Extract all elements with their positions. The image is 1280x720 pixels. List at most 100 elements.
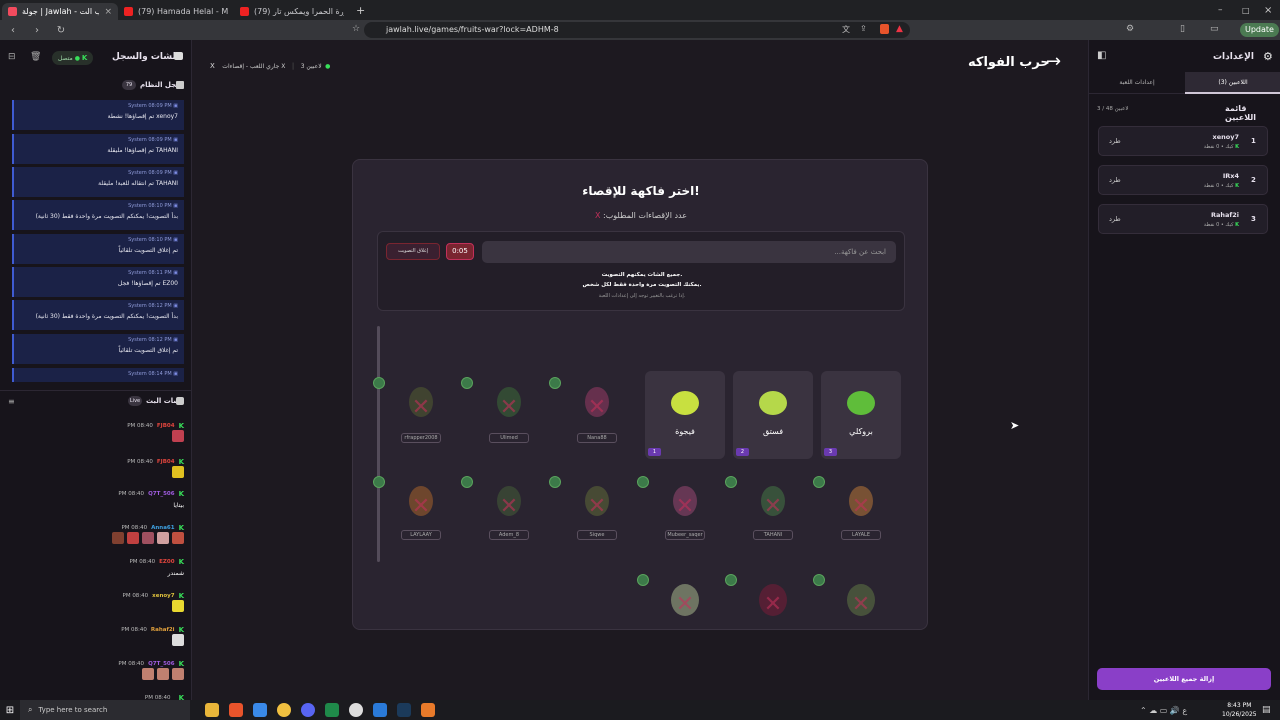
app-icon[interactable]	[277, 703, 291, 717]
fruit-card[interactable]: ✕ Adem_8	[461, 470, 549, 558]
message-meta: ▣ System 08:12 PM	[20, 303, 178, 309]
fruit-card[interactable]: ✕ Siqwe	[549, 470, 637, 558]
share-icon[interactable]: ⇪	[860, 24, 867, 33]
info-icon	[176, 81, 184, 89]
browser-tab-2[interactable]: (79) Hamada Helal - Mastou | ين	[118, 3, 234, 20]
grid-scrollbar[interactable]	[377, 326, 380, 562]
tab-players[interactable]: اللاعبين (3)	[1185, 72, 1280, 94]
player-card: 2 IRx4 K كيك • 0 نقطة طرد	[1098, 165, 1268, 195]
fruit-card[interactable]: فيجوة 1	[645, 371, 725, 459]
fruit-card[interactable]: ✕ Mubeer_saqer	[637, 470, 725, 558]
minimize-icon[interactable]: –	[1218, 5, 1223, 15]
fruit-card[interactable]: ✕ TAHANI	[725, 470, 813, 558]
extensions-icon[interactable]: ⚙	[1126, 24, 1134, 34]
sidebar-toggle-icon[interactable]: ▯	[1180, 24, 1185, 34]
steam-icon[interactable]	[397, 703, 411, 717]
live-chat-message: K FJB04 08:40 PM	[8, 422, 184, 445]
fruit-card[interactable]: ✕ Nana88	[549, 371, 637, 459]
message-sender: System	[128, 170, 147, 176]
message-time: 08:40 PM	[118, 491, 145, 497]
owner-chip: LAYALE	[841, 530, 881, 540]
message-meta: K Anna61 08:40 PM	[8, 524, 184, 532]
bookmark-icon[interactable]: ☆	[352, 24, 360, 34]
maximize-icon[interactable]: □	[1242, 6, 1250, 15]
brave-browser-icon[interactable]	[229, 703, 243, 717]
close-window-icon[interactable]: ×	[1264, 5, 1272, 16]
live-chat-message: K Rahaf2i 08:40 PM	[8, 626, 184, 649]
collapse-panel-icon[interactable]: ⊟	[8, 52, 16, 62]
notification-icon[interactable]: ▤	[1262, 705, 1271, 715]
app-icon[interactable]	[373, 703, 387, 717]
reload-icon[interactable]: ↻	[54, 25, 68, 36]
kick-player-button[interactable]: طرد	[1109, 215, 1121, 223]
fruit-card[interactable]: بروكلي 3	[821, 371, 901, 459]
emote-icon	[172, 532, 184, 544]
update-button[interactable]: Update	[1240, 23, 1279, 37]
menu-icon[interactable]: ≡	[8, 397, 15, 406]
owner-name: Ulimed	[500, 435, 518, 441]
mouse-cursor-icon: ➤	[1010, 419, 1020, 432]
fruit-card[interactable]: ✕	[725, 570, 813, 630]
calendar-app-icon[interactable]	[253, 703, 267, 717]
fruit-card[interactable]: ✕	[813, 570, 901, 630]
owner-name: LAYALE	[852, 532, 870, 538]
trash-icon[interactable]: 🗑	[30, 52, 41, 62]
live-chat-message: K EZ00 08:40 PM شمندر	[8, 558, 184, 577]
close-x-icon[interactable]: X	[210, 62, 215, 70]
arrow-right-icon[interactable]: →	[1046, 51, 1061, 72]
required-eliminations: عدد الإقصاءات المطلوب: X	[353, 211, 929, 220]
message-sender: System	[128, 237, 147, 243]
app-icon[interactable]	[421, 703, 435, 717]
discord-icon[interactable]	[301, 703, 315, 717]
wallet-icon[interactable]: ▭	[1210, 24, 1219, 34]
fruit-card[interactable]: ✕ rfrapper2008	[373, 371, 461, 459]
taskbar-search-input[interactable]: ⌕ Type here to search	[20, 700, 190, 720]
emote-icon	[157, 668, 169, 680]
vote-count: 2	[740, 449, 745, 455]
fruit-card[interactable]: ✕	[637, 570, 725, 630]
fruit-card[interactable]: ✕ Ulimed	[461, 371, 549, 459]
brave-shield-icon[interactable]	[880, 24, 889, 34]
fruit-card[interactable]: فستق 2	[733, 371, 813, 459]
taskbar-clock[interactable]: 8:43 PM 10/26/2025	[1222, 701, 1257, 719]
collapse-sidebar-icon[interactable]: ◧	[1097, 50, 1106, 61]
chat-username: Rahaf2i	[150, 627, 175, 633]
forward-icon[interactable]: ›	[30, 25, 44, 36]
system-tray-icons[interactable]: ⌃ ☁ ▭ 🔊 ع	[1140, 706, 1187, 715]
windows-taskbar: ⊞ ⌕ Type here to search ⌃ ☁ ▭ 🔊 ع 8:43 P…	[0, 700, 1280, 720]
eliminated-check-icon	[461, 377, 473, 389]
live-chat-header: ≡ شات البث Live	[0, 390, 192, 406]
chatgpt-icon[interactable]	[349, 703, 363, 717]
fruit-card[interactable]: ✕ LAYALE	[813, 470, 901, 558]
kick-player-button[interactable]: طرد	[1109, 176, 1121, 184]
chat-username: Q7T_506	[148, 661, 175, 667]
translate-icon[interactable]: 文	[842, 24, 850, 35]
eliminated-cross-icon: ✕	[763, 592, 783, 617]
emote-icon	[127, 532, 139, 544]
eliminated-check-icon	[813, 574, 825, 586]
excel-icon[interactable]	[325, 703, 339, 717]
brave-rewards-icon[interactable]: ▲	[896, 24, 903, 34]
browser-tab-1[interactable]: جولة | Jawlah - منصة الألعاب الت ×	[2, 3, 118, 20]
windows-start-icon[interactable]: ⊞	[0, 705, 20, 716]
back-icon[interactable]: ‹	[6, 25, 20, 36]
browser-tab-3[interactable]: (79) لا البندورة الحمرا ويمكس تار	[234, 3, 350, 20]
new-tab-icon[interactable]: +	[356, 4, 365, 17]
fruit-search-input[interactable]: ابحث عن فاكهة...	[482, 241, 896, 263]
message-time: 08:09 PM	[148, 103, 172, 109]
eliminated-cross-icon: ✕	[411, 494, 431, 519]
emote-row	[8, 668, 184, 683]
panel-title: الشات والسجل	[112, 52, 179, 62]
address-bar[interactable]: jawlah.live/games/fruits-war?lock=ADHM-8	[364, 22, 910, 38]
close-tab-icon[interactable]: ×	[104, 7, 112, 17]
message-sender: System	[128, 137, 147, 143]
close-vote-button[interactable]: إغلاق التصويت	[386, 243, 440, 260]
file-explorer-icon[interactable]	[205, 703, 219, 717]
remove-all-players-button[interactable]: إزالة جميع اللاعبين	[1097, 668, 1271, 690]
kick-player-button[interactable]: طرد	[1109, 137, 1121, 145]
fruit-card[interactable]: ✕ LAYLAAY	[373, 470, 461, 558]
message-meta: K FJB04 08:40 PM	[8, 422, 184, 430]
system-log-message: ▣ System 08:09 PM xenoy7 تم إقصاؤها! نشطة	[12, 100, 184, 130]
kick-badge-icon: K	[1235, 144, 1239, 150]
tab-game-settings[interactable]: إعدادات اللعبة	[1089, 72, 1185, 94]
